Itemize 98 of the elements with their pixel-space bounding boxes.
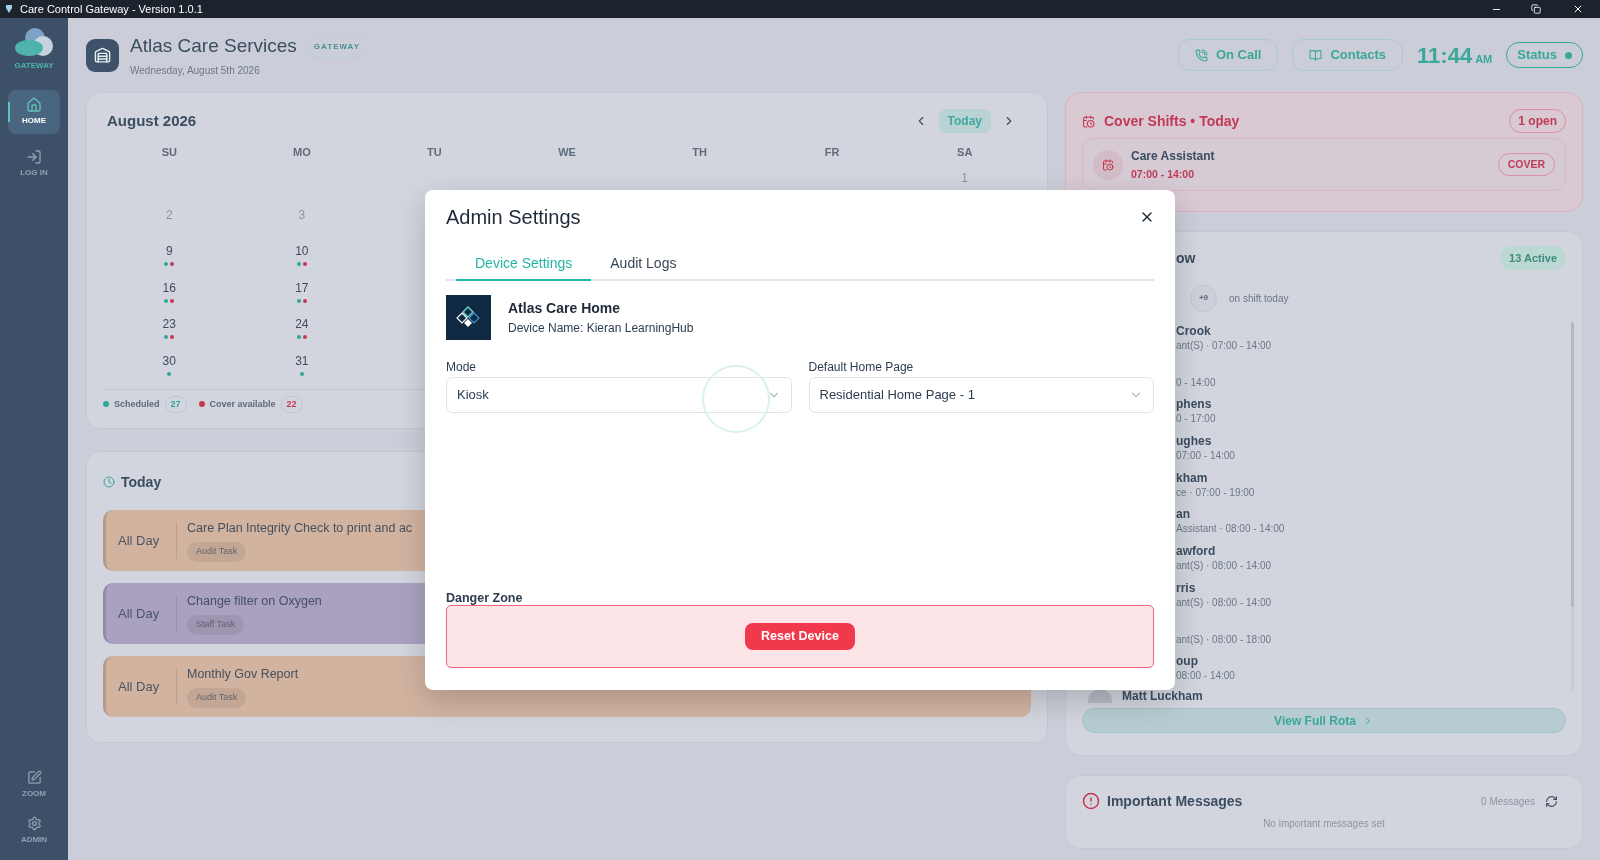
staff-shift: 07:00 - 14:00 [1176, 449, 1236, 464]
danger-zone-label: Danger Zone [446, 590, 524, 605]
calendar-day[interactable]: 17 [295, 278, 309, 297]
shift-time: 07:00 - 14:00 [1131, 166, 1196, 182]
staff-shift: ant(S) · 07:00 - 14:00 [1176, 339, 1273, 353]
calendar-icon [1102, 158, 1114, 171]
on-shift-text: on shift today [1229, 291, 1289, 306]
calendar-day[interactable]: 31 [295, 351, 309, 370]
date-text: Wednesday, August 5th 2026 [130, 63, 261, 78]
staff-name: an [1176, 506, 1191, 522]
shift-card[interactable]: Care Assistant 07:00 - 14:00 COVER [1082, 138, 1566, 191]
nav-item[interactable]: ZOOM [8, 770, 60, 800]
task-tag: Audit Task [187, 688, 247, 708]
staff-shift: ce · 07:00 - 19:00 [1176, 485, 1256, 500]
staff-name: rris [1176, 579, 1197, 595]
task-time: All Day [117, 677, 161, 696]
empty-message: No important messages set [1263, 817, 1385, 831]
home-icon [26, 97, 42, 113]
staff-name: awford [1176, 543, 1217, 559]
staff-name: phens [1176, 396, 1213, 412]
staff-shift: ant(S) · 08:00 - 18:00 [1176, 632, 1273, 647]
section-title: Cover Shifts • Today [1104, 111, 1240, 131]
device-name: Device Name: Kieran LearningHub [508, 320, 694, 337]
task-title: Care Plan Integrity Check to print and ac [187, 520, 413, 538]
staff-name: oup [1176, 653, 1199, 669]
calendar-icon [1082, 114, 1095, 128]
device-title: Atlas Care Home [508, 299, 622, 318]
calendar-day[interactable]: 10 [295, 242, 309, 261]
task-time: All Day [117, 531, 161, 550]
weekday-label: SA [957, 144, 973, 160]
weekday-label: TU [427, 144, 442, 160]
staff-shift: 0 - 17:00 [1176, 412, 1217, 427]
refresh-button[interactable] [1545, 794, 1558, 808]
page-title: Atlas Care Services [130, 34, 297, 59]
staff-shift: ant(S) · 08:00 - 14:00 [1176, 595, 1273, 610]
app-icon [4, 4, 14, 14]
nav-item[interactable]: LOG IN [8, 142, 60, 186]
staff-name: Matt Luckham [1122, 688, 1203, 703]
task-tag: Audit Task [187, 542, 247, 562]
active-count: 13 Active [1500, 245, 1566, 271]
alert-icon [1082, 792, 1100, 810]
weekday-label: MO [293, 144, 311, 160]
weekday-label: FR [824, 144, 840, 160]
staff-name: ughes [1176, 433, 1213, 449]
task-title: Change filter on Oxygen [187, 593, 322, 611]
logo-icon [446, 295, 491, 340]
edit-icon [26, 770, 42, 785]
calendar-day[interactable]: 16 [162, 278, 176, 297]
section-title: ow [1176, 248, 1196, 268]
staff-shift: 0 - 14:00 [1176, 375, 1217, 390]
weekday-label: TH [692, 144, 707, 160]
restore-icon [1531, 4, 1541, 14]
shift-role: Care Assistant [1131, 147, 1215, 165]
section-title: Today [121, 472, 162, 492]
reset-device-button[interactable]: Reset Device [745, 623, 855, 650]
section-title: Important Messages [1107, 791, 1243, 811]
field-label: Mode [446, 359, 478, 375]
book-icon [1309, 48, 1323, 62]
field-label: Default Home Page [808, 359, 915, 375]
window-title: Care Control Gateway - Version 1.0.1 [20, 1, 203, 17]
task-title: Monthly Gov Report [187, 666, 299, 684]
weekday-label: SU [161, 144, 177, 160]
task-tag: Staff Task [187, 615, 245, 635]
staff-name: Crook [1176, 323, 1212, 338]
tab[interactable]: Device Settings [456, 247, 592, 281]
message-count: 0 Messages [1481, 794, 1535, 809]
clock-ampm: AM [1475, 51, 1493, 67]
select-field[interactable]: Kiosk [446, 377, 792, 413]
focus-ring [702, 365, 770, 433]
staff-shift: ant(S) · 08:00 - 14:00 [1176, 559, 1273, 574]
clock-time: 11:44 [1417, 41, 1473, 70]
logo-icon [13, 26, 55, 58]
settings-icon [26, 816, 42, 831]
calendar-day[interactable]: 23 [162, 315, 176, 334]
tab[interactable]: Audit Logs [591, 247, 696, 281]
legend-label: Scheduled [114, 397, 160, 411]
close-icon [1572, 3, 1584, 15]
calendar-day[interactable]: 9 [165, 242, 173, 261]
nav-item[interactable]: ADMIN [8, 816, 60, 846]
logo-label: GATEWAY [14, 60, 54, 72]
select-field[interactable]: Residential Home Page - 1 [808, 377, 1154, 413]
refresh-icon [1545, 794, 1558, 808]
task-time: All Day [117, 604, 161, 623]
month-title: August 2026 [107, 110, 197, 131]
log-in-icon [26, 149, 42, 165]
more-staff-avatar: +9 [1190, 284, 1217, 312]
building-icon [94, 46, 111, 64]
dialog-title: Admin Settings [446, 205, 581, 230]
calendar-day[interactable]: 24 [295, 315, 309, 334]
staff-shift: 08:00 - 14:00 [1176, 669, 1236, 684]
weekday-label: WE [558, 144, 576, 160]
staff-name: kham [1176, 469, 1209, 485]
staff-shift: Assistant · 08:00 - 14:00 [1176, 522, 1286, 537]
nav-item[interactable]: HOME [8, 90, 60, 134]
phone-icon [1194, 48, 1208, 62]
legend-label: Cover available [209, 397, 276, 411]
clock-icon [103, 476, 115, 488]
calendar-day[interactable]: 30 [162, 351, 176, 370]
